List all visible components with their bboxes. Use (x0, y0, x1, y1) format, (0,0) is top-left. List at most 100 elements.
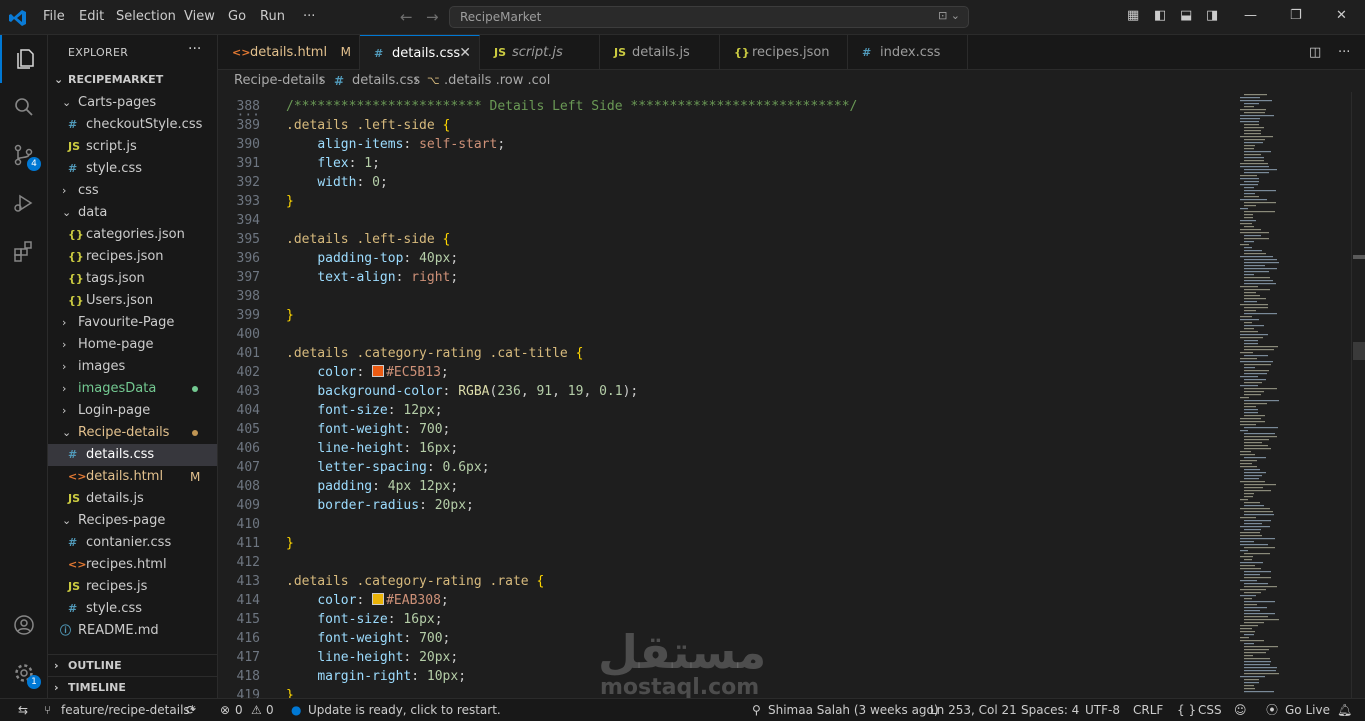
file-item[interactable]: <> details.html M (48, 466, 217, 488)
source-control-activity[interactable]: 4 (0, 131, 48, 179)
file-item[interactable]: JS details.js (48, 488, 217, 510)
menu-edit[interactable]: Edit (79, 9, 104, 24)
folder-item[interactable]: › Favourite-Page (48, 312, 217, 334)
file-item[interactable]: <> recipes.html (48, 554, 217, 576)
warning-icon: ⚠ (251, 703, 262, 717)
cursor-position[interactable]: Ln 253, Col 21 (930, 699, 1017, 721)
update-message[interactable]: Update is ready, click to restart. (308, 699, 501, 721)
minimap-line (1244, 139, 1265, 141)
file-item[interactable]: {} categories.json (48, 224, 217, 246)
menu-view[interactable]: View (184, 9, 215, 24)
folder-item[interactable]: ⌄ Recipe-details (48, 422, 217, 444)
file-item[interactable]: # details.css (48, 444, 217, 466)
restore-icon[interactable]: ❐ (1290, 8, 1302, 23)
search-activity[interactable] (0, 83, 48, 131)
vertical-scrollbar[interactable] (1351, 92, 1365, 698)
encoding[interactable]: UTF-8 (1085, 699, 1120, 721)
manage-activity[interactable]: 1 (0, 649, 48, 697)
copilot-chat-icon[interactable]: ⊡ ⌄ (938, 9, 960, 22)
braces-icon: { } (1177, 703, 1197, 717)
code-line: 391 flex: 1; (218, 154, 1233, 173)
color-swatch-icon[interactable] (372, 365, 385, 377)
file-item[interactable]: ⓘ README.md (48, 620, 217, 642)
branch-name[interactable]: feature/recipe-details* (61, 699, 196, 721)
tree-item-label: details.html (86, 469, 164, 484)
code-token: 1 (364, 156, 373, 171)
file-item[interactable]: # style.css (48, 598, 217, 620)
toggle-secondary-sidebar-icon[interactable]: ◨ (1206, 8, 1218, 23)
sync-icon[interactable]: ⟳ (186, 699, 196, 721)
breadcrumb-file[interactable]: details.css (352, 70, 420, 92)
close-icon[interactable]: ✕ (459, 36, 471, 71)
minimap-line (1240, 535, 1262, 537)
file-item[interactable]: {} tags.json (48, 268, 217, 290)
tab-details-css[interactable]: # details.css ✕ (360, 35, 480, 70)
git-blame[interactable]: Shimaa Salah (3 weeks ago) (768, 699, 939, 721)
toggle-sidebar-icon[interactable]: ◧ (1154, 8, 1166, 23)
file-item[interactable]: # contanier.css (48, 532, 217, 554)
menu-go[interactable]: Go (228, 9, 246, 24)
error-count[interactable]: 0 (235, 699, 243, 721)
timeline-section[interactable]: › TIMELINE (48, 676, 217, 698)
color-swatch-icon[interactable] (372, 593, 385, 605)
menu-more[interactable]: ··· (303, 9, 315, 24)
tab-recipes-json[interactable]: {} recipes.json (720, 35, 848, 70)
folder-item[interactable]: ⌄ Carts-pages (48, 92, 217, 114)
accounts-activity[interactable] (0, 601, 48, 649)
tab-index-css[interactable]: # index.css (848, 35, 968, 70)
manage-badge: 1 (27, 675, 41, 689)
minimap-line (1244, 559, 1252, 561)
file-item[interactable]: JS script.js (48, 136, 217, 158)
minimize-icon[interactable]: — (1244, 8, 1257, 23)
copilot-icon[interactable]: ☺ (1234, 699, 1247, 721)
extensions-activity[interactable] (0, 227, 48, 275)
folder-item[interactable]: › css (48, 180, 217, 202)
remote-icon[interactable]: ⇆ (18, 699, 28, 721)
code-token: 16px (403, 612, 435, 627)
file-item[interactable]: {} Users.json (48, 290, 217, 312)
close-window-icon[interactable]: ✕ (1336, 8, 1347, 23)
indentation[interactable]: Spaces: 4 (1021, 699, 1079, 721)
command-center[interactable]: RecipeMarket ⊡ ⌄ (449, 6, 969, 28)
breadcrumb-symbol[interactable]: .details .row .col (444, 70, 550, 92)
back-arrow-icon[interactable]: ← (400, 8, 413, 26)
folder-item[interactable]: › Home-page (48, 334, 217, 356)
minimap-line (1240, 430, 1248, 432)
notifications-icon[interactable]: 🔔︎ (1337, 699, 1352, 721)
warning-count[interactable]: 0 (266, 699, 274, 721)
tab-details-html[interactable]: <> details.html M (218, 35, 360, 70)
folder-item[interactable]: ⌄ data (48, 202, 217, 224)
toggle-primary-sidebar-icon[interactable]: ▦ (1127, 8, 1139, 23)
split-editor-icon[interactable]: ◫ (1309, 45, 1321, 60)
go-live-button[interactable]: Go Live (1285, 699, 1330, 721)
minimap-line (1244, 283, 1276, 285)
toggle-panel-icon[interactable]: ⬓ (1180, 8, 1192, 23)
outline-section[interactable]: › OUTLINE (48, 654, 217, 677)
more-actions-icon[interactable]: ··· (188, 41, 201, 57)
code-editor[interactable]: ··· 388/************************ Details… (218, 92, 1233, 698)
menu-file[interactable]: File (43, 9, 65, 24)
file-item[interactable]: # style.css (48, 158, 217, 180)
menu-run[interactable]: Run (260, 9, 285, 24)
run-debug-activity[interactable] (0, 179, 48, 227)
scrollbar-thumb[interactable] (1353, 342, 1365, 360)
folder-item[interactable]: › imagesData (48, 378, 217, 400)
explorer-activity[interactable] (0, 35, 48, 83)
menu-selection[interactable]: Selection (116, 9, 176, 24)
forward-arrow-icon[interactable]: → (426, 8, 439, 26)
file-item[interactable]: JS recipes.js (48, 576, 217, 598)
breadcrumb-folder[interactable]: Recipe-details (234, 70, 325, 92)
tab-details-js[interactable]: JS details.js (600, 35, 720, 70)
line-ending[interactable]: CRLF (1133, 699, 1163, 721)
more-actions-icon[interactable]: ··· (1338, 45, 1350, 60)
folder-item[interactable]: › images (48, 356, 217, 378)
file-item[interactable]: {} recipes.json (48, 246, 217, 268)
minimap[interactable] (1233, 92, 1351, 698)
workspace-root[interactable]: ⌄ RECIPEMARKET (48, 69, 217, 91)
tab-script-js[interactable]: JS script.js (480, 35, 600, 70)
file-item[interactable]: # checkoutStyle.css (48, 114, 217, 136)
code-text: margin-right: 10px; (286, 667, 466, 686)
folder-item[interactable]: › Login-page (48, 400, 217, 422)
language-mode[interactable]: CSS (1198, 699, 1222, 721)
folder-item[interactable]: ⌄ Recipes-page (48, 510, 217, 532)
